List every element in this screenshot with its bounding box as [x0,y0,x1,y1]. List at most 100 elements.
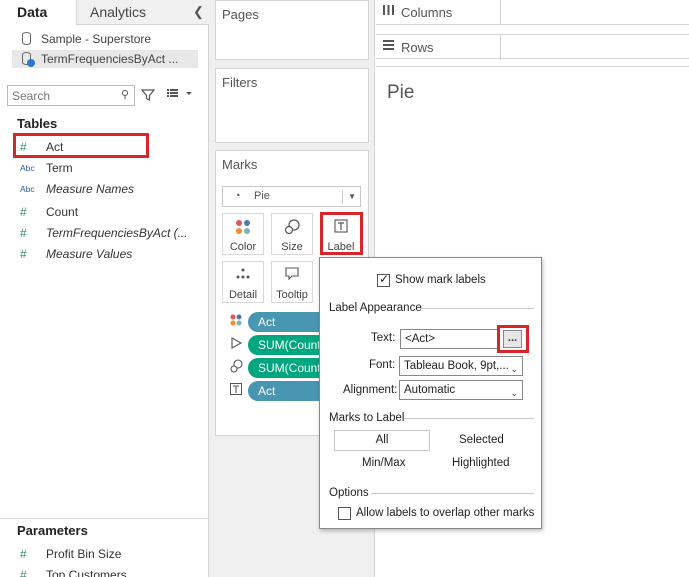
allow-overlap-label: Allow labels to overlap other marks [356,507,535,519]
field-label: Measure Values [46,247,133,261]
text-field[interactable]: <Act> [400,329,499,349]
pie-icon: ◔ [234,190,241,202]
field-measure-names[interactable]: Abc Measure Names [20,179,200,199]
mark-type-label: Pie [254,190,270,202]
dimension-type-icon: Abc [20,163,35,173]
tab-data[interactable]: Data [0,0,76,25]
pages-shelf[interactable]: Pages [215,0,369,60]
allow-overlap-checkbox[interactable] [338,507,351,520]
parameter-type-icon: # [20,547,27,561]
datasource-label: Sample - Superstore [41,32,152,46]
edit-label-text-button[interactable]: ... [503,330,522,348]
filters-shelf[interactable]: Filters [215,68,369,143]
parameter-label: Profit Bin Size [46,547,122,561]
font-label: Font: [369,359,396,371]
detail-icon [223,267,263,284]
color-dots-icon [228,313,244,330]
detail-button[interactable]: Detail [222,261,264,303]
pill-act-label[interactable]: Act [248,381,320,401]
database-icon [22,32,31,45]
marks-to-label-highlighted[interactable]: Highlighted [452,457,510,469]
field-term[interactable]: Abc Term [20,158,200,178]
alignment-value: Automatic [404,384,456,396]
measure-type-icon: # [20,247,27,261]
color-button[interactable]: Color [222,213,264,255]
detail-button-label: Detail [228,289,258,301]
filters-title: Filters [222,75,258,90]
label-appearance-heading: Label Appearance [329,302,422,314]
size-icon [272,219,312,238]
chevron-down-icon: ⌄ [510,364,518,374]
field-label: TermFrequenciesByAct (... [46,226,188,240]
columns-shelf[interactable]: Columns [376,0,689,25]
field-label: Act [46,140,64,154]
field-count[interactable]: # Count [20,202,200,222]
show-mark-labels-label: Show mark labels [395,274,486,286]
field-act[interactable]: # Act [20,137,200,157]
rows-shelf[interactable]: Rows [376,34,689,60]
parameter-label: Top Customers [46,568,127,577]
field-label: Measure Names [46,182,135,196]
marks-to-label-selected[interactable]: Selected [459,434,504,446]
pages-title: Pages [222,7,259,22]
pill-act-color[interactable]: Act [248,312,320,332]
label-button[interactable]: Label [320,213,362,255]
angle-icon [228,336,244,353]
font-dropdown[interactable]: Tableau Book, 9pt,... ⌄ [399,356,523,376]
datasource-sample-superstore[interactable]: Sample - Superstore [12,30,198,48]
divider [420,308,534,309]
marks-to-label-all[interactable]: All [334,430,430,451]
parameter-type-icon: # [20,568,27,577]
columns-label: Columns [401,5,453,20]
size-icon [228,359,244,376]
chevron-left-icon[interactable]: ❮ [193,4,204,20]
field-label: Term [46,161,73,175]
marks-to-label-heading: Marks to Label [329,412,405,424]
tooltip-icon [272,267,312,284]
tables-heading: Tables [17,116,58,131]
marks-to-label-minmax[interactable]: Min/Max [362,457,405,469]
dimension-type-icon: Abc [20,184,35,194]
tooltip-button-label: Tooltip [276,289,308,301]
sheet-title[interactable]: Pie [387,82,414,104]
alignment-dropdown[interactable]: Automatic ⌄ [399,380,523,400]
search-icon[interactable]: ⚲ [121,88,129,101]
divider [0,518,208,519]
pill-sum-count-size[interactable]: SUM(Count) [248,358,320,378]
text-label: Text: [371,332,396,344]
search-input[interactable] [12,88,112,104]
size-button[interactable]: Size [271,213,313,255]
check-badge-icon [27,59,35,67]
field-measure-values[interactable]: # Measure Values [20,244,200,264]
rows-icon [382,39,395,54]
filter-icon[interactable] [140,88,156,105]
tab-analytics[interactable]: Analytics [76,0,209,25]
pill-sum-count-angle[interactable]: SUM(Count) [248,335,320,355]
divider [342,190,343,204]
divider [404,418,534,419]
field-label: Count [46,205,79,219]
font-value: Tableau Book, 9pt,... [404,360,509,372]
show-mark-labels-checkbox[interactable]: ✓ [377,272,390,287]
parameter-top-customers[interactable]: # Top Customers [20,565,200,577]
divider [371,493,534,494]
view-options-icon[interactable] [166,87,194,102]
divider [500,35,501,60]
field-termfrequencies-count[interactable]: # TermFrequenciesByAct (... [20,223,200,243]
size-button-label: Size [281,241,303,253]
options-heading: Options [329,487,369,499]
mark-type-dropdown[interactable]: ◔ Pie ▼ [222,186,361,207]
chevron-down-icon: ▼ [348,192,356,201]
label-button-label: Label [327,241,355,253]
datasource-termfrequencies[interactable]: TermFrequenciesByAct ... [12,50,198,68]
parameter-profit-bin-size[interactable]: # Profit Bin Size [20,544,200,564]
search-box: ⚲ [7,85,135,106]
measure-type-icon: # [20,226,27,240]
tooltip-button[interactable]: Tooltip [271,261,313,303]
columns-icon [382,4,395,19]
alignment-label: Alignment: [343,384,398,396]
divider [500,0,501,25]
marks-title: Marks [222,157,258,172]
datasource-label: TermFrequenciesByAct ... [41,52,179,66]
color-button-label: Color [229,241,257,253]
